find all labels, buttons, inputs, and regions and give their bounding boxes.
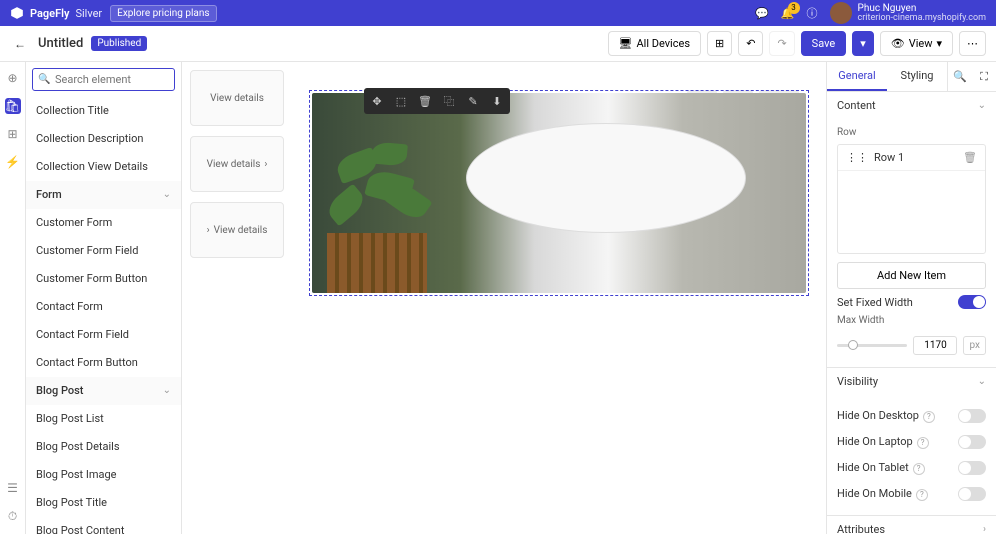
- set-fixed-width-toggle[interactable]: [958, 295, 986, 309]
- help-icon[interactable]: ?: [917, 437, 929, 449]
- content-section-header[interactable]: Content⌄: [827, 92, 996, 119]
- card-view-details-1[interactable]: View details: [190, 70, 284, 126]
- element-item[interactable]: Customer Form: [26, 209, 181, 237]
- logo: PageFly Silver: [10, 6, 102, 20]
- sections-icon[interactable]: ⊞: [5, 126, 21, 142]
- visibility-section-header[interactable]: Visibility⌄: [827, 368, 996, 395]
- row-item-1[interactable]: ⋮⋮ Row 1 🗑: [838, 145, 985, 171]
- row-label: Row: [837, 127, 986, 138]
- edit-icon[interactable]: ✎: [462, 90, 484, 112]
- selected-section[interactable]: [309, 90, 809, 296]
- topbar: PageFly Silver Explore pricing plans 💬 🔔…: [0, 0, 996, 26]
- back-button[interactable]: ←: [10, 33, 30, 55]
- element-item[interactable]: Blog Post⌄: [26, 377, 181, 405]
- delete-icon[interactable]: 🗑: [414, 90, 436, 112]
- delete-row-icon[interactable]: 🗑: [963, 151, 977, 164]
- view-button[interactable]: 👁 View ▾: [880, 31, 953, 56]
- attributes-section-header[interactable]: Attributes›: [827, 516, 996, 534]
- notification-count: 3: [788, 2, 800, 14]
- user-menu[interactable]: Phuc Nguyen criterion-cinema.myshopify.c…: [830, 2, 986, 24]
- set-fixed-width-label: Set Fixed Width: [837, 296, 913, 309]
- max-width-label: Max Width: [837, 315, 986, 326]
- properties-panel: General Styling 🔍 ⛶ Content⌄ Row ⋮⋮ Row …: [826, 62, 996, 534]
- user-domain: criterion-cinema.myshopify.com: [858, 14, 986, 24]
- element-item[interactable]: Contact Form: [26, 293, 181, 321]
- chat-icon[interactable]: 💬: [755, 7, 769, 20]
- drag-handle-icon[interactable]: ⋮⋮: [846, 151, 868, 164]
- card-view-details-3[interactable]: › View details: [190, 202, 284, 258]
- max-width-slider[interactable]: [837, 344, 907, 347]
- notification-icon[interactable]: 🔔3: [781, 7, 795, 20]
- expand-icon[interactable]: ⛶: [972, 62, 996, 91]
- info-icon[interactable]: ⓘ: [807, 5, 818, 21]
- hide-laptop-toggle[interactable]: [958, 435, 986, 449]
- outline-icon[interactable]: ☰: [5, 480, 21, 496]
- save-button[interactable]: Save: [801, 31, 847, 56]
- tab-general[interactable]: General: [827, 62, 887, 91]
- grid-toggle-button[interactable]: ⊞: [707, 31, 732, 56]
- hide-mobile-toggle[interactable]: [958, 487, 986, 501]
- element-item[interactable]: Collection Title: [26, 97, 181, 125]
- undo-button[interactable]: ↶: [738, 31, 763, 56]
- elements-icon[interactable]: 🛍: [5, 98, 21, 114]
- help-icon[interactable]: ?: [913, 463, 925, 475]
- hide-laptop-label: Hide On Laptop: [837, 435, 913, 448]
- element-item[interactable]: Collection Description: [26, 125, 181, 153]
- hide-mobile-label: Hide On Mobile: [837, 487, 912, 500]
- selection-toolbar: ✥ ⬚ 🗑 ⿻ ✎ ⬇: [364, 88, 510, 114]
- element-item[interactable]: Contact Form Button: [26, 349, 181, 377]
- brand-name: PageFly: [30, 7, 69, 20]
- search-input[interactable]: [32, 68, 175, 91]
- max-width-input[interactable]: [913, 336, 957, 355]
- element-item[interactable]: Blog Post Image: [26, 461, 181, 489]
- element-item[interactable]: Form⌄: [26, 181, 181, 209]
- hide-desktop-label: Hide On Desktop: [837, 409, 919, 422]
- search-props-icon[interactable]: 🔍: [948, 62, 972, 91]
- element-item[interactable]: Blog Post List: [26, 405, 181, 433]
- parent-icon[interactable]: ⬚: [390, 90, 412, 112]
- template-cards: View details View details › › View detai…: [182, 62, 292, 534]
- tab-styling[interactable]: Styling: [887, 62, 947, 91]
- integrations-icon[interactable]: ⚡: [5, 154, 21, 170]
- add-new-item-button[interactable]: Add New Item: [837, 262, 986, 289]
- published-badge: Published: [91, 36, 147, 51]
- element-item[interactable]: Blog Post Details: [26, 433, 181, 461]
- element-item[interactable]: Customer Form Button: [26, 265, 181, 293]
- plan-name: Silver: [75, 7, 102, 20]
- element-item[interactable]: Customer Form Field: [26, 237, 181, 265]
- element-item[interactable]: Contact Form Field: [26, 321, 181, 349]
- element-item[interactable]: Collection View Details: [26, 153, 181, 181]
- toolbar: ← Untitled Published 🖥 All Devices ⊞ ↶ ↷…: [0, 26, 996, 62]
- more-button[interactable]: ⋯: [959, 31, 986, 56]
- element-item[interactable]: Blog Post Title: [26, 489, 181, 517]
- redo-button[interactable]: ↷: [769, 31, 794, 56]
- save-section-icon[interactable]: ⬇: [486, 90, 508, 112]
- search-icon: 🔍: [38, 74, 50, 85]
- canvas[interactable]: ✥ ⬚ 🗑 ⿻ ✎ ⬇: [292, 62, 826, 534]
- devices-button[interactable]: 🖥 All Devices: [608, 31, 701, 56]
- explore-pricing-link[interactable]: Explore pricing plans: [110, 5, 216, 22]
- history-icon[interactable]: ⏱: [5, 508, 21, 524]
- drag-icon[interactable]: ✥: [366, 90, 388, 112]
- copy-icon[interactable]: ⿻: [438, 90, 460, 112]
- hide-desktop-toggle[interactable]: [958, 409, 986, 423]
- help-icon[interactable]: ?: [923, 411, 935, 423]
- element-item[interactable]: Blog Post Content: [26, 517, 181, 534]
- row-list: ⋮⋮ Row 1 🗑: [837, 144, 986, 254]
- card-view-details-2[interactable]: View details ›: [190, 136, 284, 192]
- hide-tablet-label: Hide On Tablet: [837, 461, 909, 474]
- elements-panel: 🔍 Collection TitleCollection Description…: [26, 62, 182, 534]
- user-name: Phuc Nguyen: [858, 3, 986, 14]
- save-dropdown[interactable]: ▾: [852, 31, 874, 56]
- help-icon[interactable]: ?: [916, 489, 928, 501]
- page-title: Untitled: [38, 36, 83, 51]
- left-rail: ⊕ 🛍 ⊞ ⚡ ☰ ⏱: [0, 62, 26, 534]
- hero-image: [312, 93, 806, 293]
- avatar: [830, 2, 852, 24]
- unit-label: px: [963, 336, 986, 355]
- hide-tablet-toggle[interactable]: [958, 461, 986, 475]
- add-icon[interactable]: ⊕: [5, 70, 21, 86]
